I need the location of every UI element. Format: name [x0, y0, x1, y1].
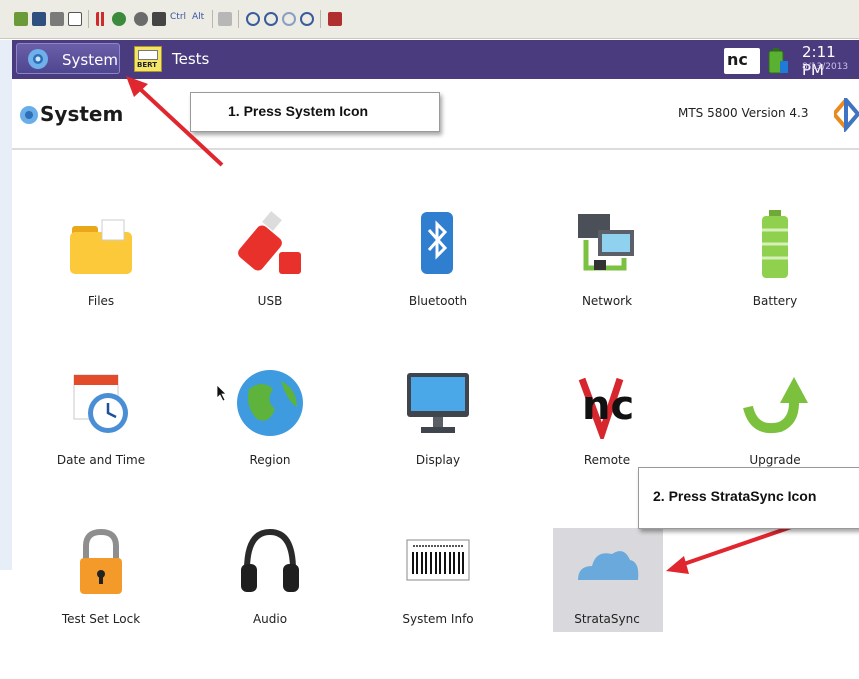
upgrade-tile[interactable]: Upgrade: [720, 367, 830, 467]
test-set-lock-tile[interactable]: Test Set Lock: [46, 526, 156, 626]
calendar-clock-icon: [73, 374, 128, 433]
folder-icon: [70, 219, 132, 274]
stratasync-tile[interactable]: StrataSync: [552, 526, 662, 626]
files-label: Files: [87, 294, 115, 308]
remote-label: Remote: [583, 453, 631, 467]
upgrade-arrow-icon: [743, 377, 808, 433]
monitor-icon: [407, 373, 469, 433]
date-and-time-tile[interactable]: Date and Time: [46, 367, 156, 467]
usb-icon: [238, 211, 301, 274]
audio-tile[interactable]: Audio: [215, 526, 325, 626]
bluetooth-icon: [421, 212, 453, 274]
files-tile[interactable]: Files: [46, 208, 156, 308]
cloud-icon: [578, 551, 639, 580]
system-info-tile[interactable]: System Info: [383, 526, 493, 626]
usb-label: USB: [257, 294, 283, 308]
region-label: Region: [249, 453, 291, 467]
battery-label: Battery: [752, 294, 798, 308]
region-tile[interactable]: Region: [215, 367, 325, 467]
stratasync-label: StrataSync: [574, 612, 640, 626]
bluetooth-label: Bluetooth: [408, 294, 468, 308]
date-and-time-label: Date and Time: [56, 453, 146, 467]
remote-nc-icon: nc: [578, 377, 634, 439]
network-icon: [578, 214, 634, 271]
headphones-icon: [241, 528, 299, 592]
mouse-cursor-icon: [216, 384, 227, 402]
barcode-icon: [406, 539, 470, 581]
upgrade-label: Upgrade: [749, 453, 801, 467]
display-tile[interactable]: Display: [383, 367, 493, 467]
network-tile[interactable]: Network: [552, 208, 662, 308]
padlock-icon: [80, 528, 122, 594]
display-label: Display: [415, 453, 461, 467]
usb-tile[interactable]: USB: [215, 208, 325, 308]
battery-icon: [762, 210, 788, 278]
svg-text:nc: nc: [582, 383, 634, 429]
callout-step-2: 2. Press StrataSync Icon: [638, 467, 859, 529]
bluetooth-tile[interactable]: Bluetooth: [383, 208, 493, 308]
remote-tile[interactable]: nc Remote: [552, 367, 662, 467]
test-set-lock-label: Test Set Lock: [61, 612, 141, 626]
globe-icon: [237, 370, 303, 436]
network-label: Network: [581, 294, 633, 308]
system-info-label: System Info: [402, 612, 474, 626]
audio-label: Audio: [252, 612, 288, 626]
battery-tile[interactable]: Battery: [720, 208, 830, 308]
